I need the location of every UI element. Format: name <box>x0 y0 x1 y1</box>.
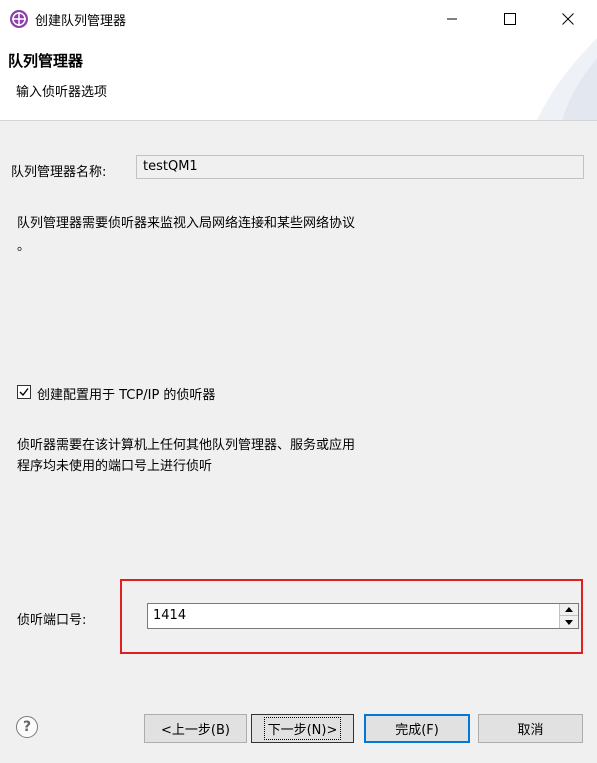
back-button[interactable]: <上一步(B) <box>144 714 247 743</box>
port-description-cont: 程序均未使用的端口号上进行侦听 <box>17 459 213 474</box>
banner-decoration <box>537 38 597 120</box>
tcpip-listener-label[interactable]: 创建配置用于 TCP/IP 的侦听器 <box>37 384 215 403</box>
qm-name-field: testQM1 <box>136 155 584 179</box>
minimize-button[interactable] <box>423 0 481 38</box>
next-button[interactable]: 下一步(N)> <box>251 714 354 743</box>
close-icon <box>562 13 574 25</box>
close-button[interactable] <box>539 0 597 38</box>
next-button-label: 下一步(N)> <box>263 717 342 740</box>
port-description: 侦听器需要在该计算机上任何其他队列管理器、服务或应用 <box>17 438 356 453</box>
highlight-box <box>120 579 583 654</box>
finish-button[interactable]: 完成(F) <box>364 714 470 743</box>
wizard-banner: 队列管理器 输入侦听器选项 <box>0 38 597 121</box>
globe-icon <box>10 10 28 28</box>
banner-subtitle: 输入侦听器选项 <box>16 85 108 100</box>
checkmark-icon <box>19 388 29 397</box>
maximize-icon <box>504 13 516 25</box>
minimize-icon <box>447 18 457 20</box>
listener-description: 队列管理器需要侦听器来监视入局网络连接和某些网络协议 <box>17 216 356 231</box>
listener-description-cont: 。 <box>17 239 31 254</box>
finish-button-label: 完成(F) <box>395 723 439 738</box>
maximize-button[interactable] <box>481 0 539 38</box>
banner-title: 队列管理器 <box>8 52 84 70</box>
cancel-button[interactable]: 取消 <box>478 714 583 743</box>
title-bar: 创建队列管理器 <box>0 0 597 38</box>
window-title: 创建队列管理器 <box>35 14 127 29</box>
cancel-button-label: 取消 <box>517 723 544 738</box>
qm-name-label: 队列管理器名称: <box>11 165 107 180</box>
tcpip-listener-checkbox[interactable] <box>17 385 31 399</box>
back-button-label: <上一步(B) <box>161 723 230 738</box>
help-button[interactable]: ? <box>16 716 38 738</box>
qm-name-value: testQM1 <box>143 159 198 174</box>
port-label: 侦听端口号: <box>17 613 87 628</box>
